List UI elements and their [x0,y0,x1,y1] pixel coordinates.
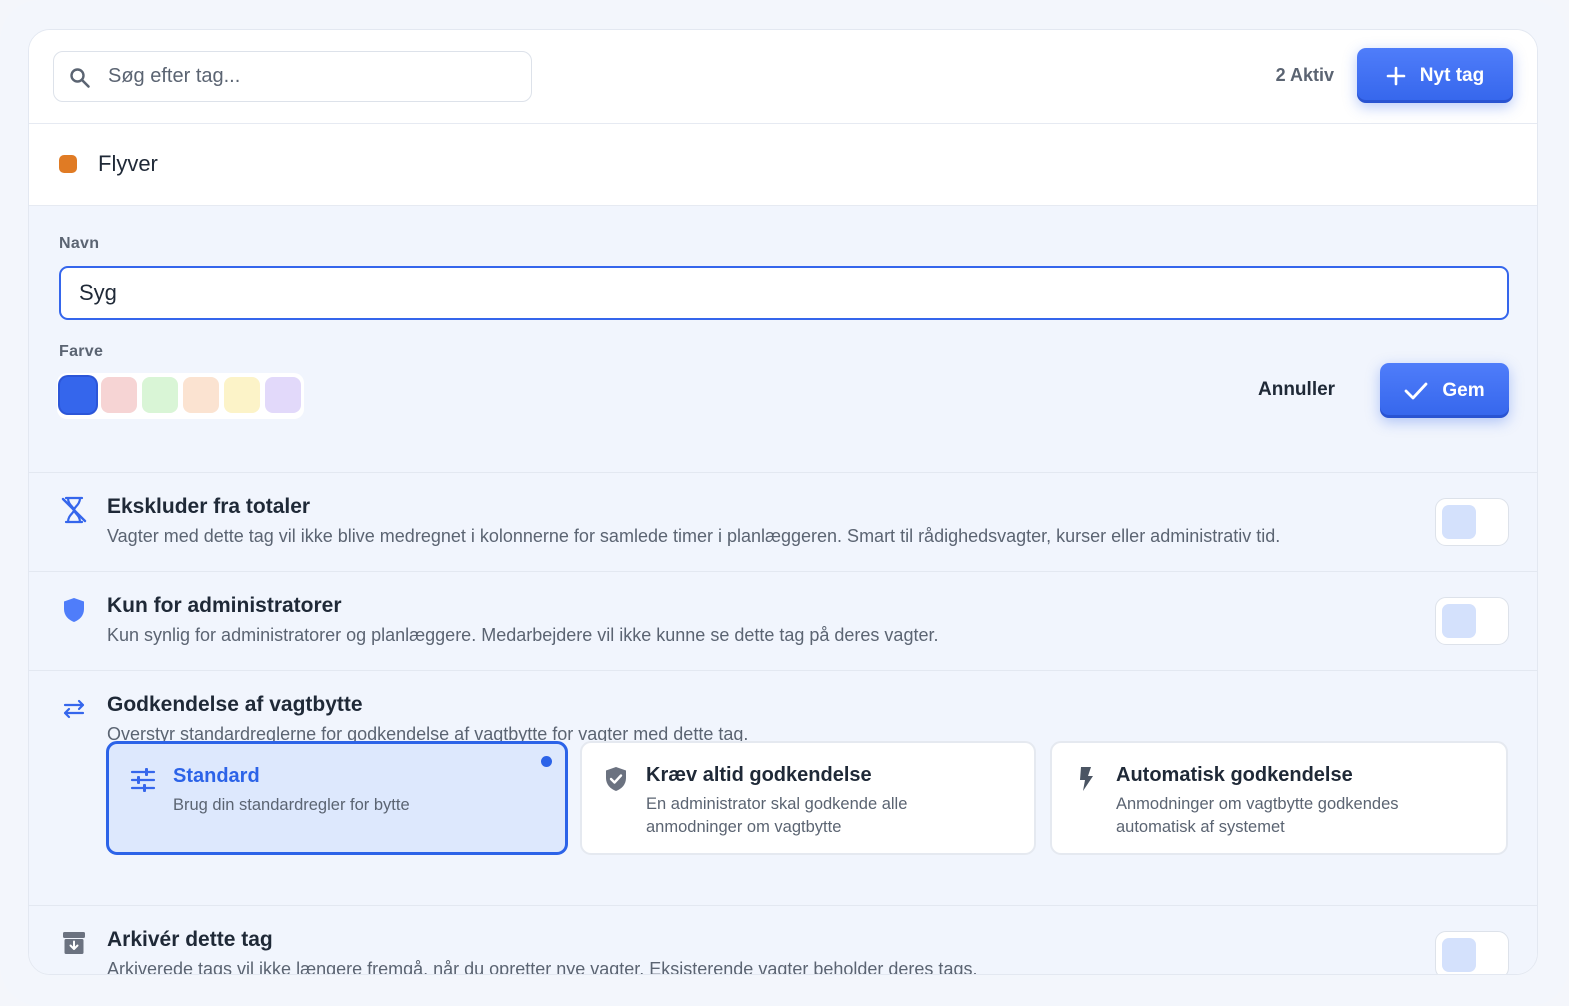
check-icon [1404,382,1428,399]
swap-arrows-icon [63,699,85,719]
tag-edit-panel: Navn Farve Annuller Gem [29,206,1537,975]
admin-only-toggle[interactable] [1435,597,1509,645]
selected-indicator [541,756,552,767]
color-label: Farve [59,343,104,360]
save-button[interactable]: Gem [1380,363,1509,418]
toggle-knob [1442,938,1476,972]
swap-option-automatic[interactable]: Automatisk godkendelse Anmodninger om va… [1050,741,1508,855]
option-description: Brug din standardregler for bytte [173,796,410,814]
app-background: 2 Aktiv Nyt tag Flyver Navn Farve [0,0,1569,1006]
name-label: Navn [59,235,100,252]
new-tag-label: Nyt tag [1419,64,1485,86]
archive-toggle[interactable] [1435,931,1509,974]
option-title: Kræv altid godkendelse [646,764,872,786]
toolbar: 2 Aktiv Nyt tag [29,30,1537,124]
search-box[interactable] [53,51,532,102]
option-description: Anmodninger om vagtbytte godkendes autom… [1116,795,1399,836]
archive-description: Arkiverede tags vil ikke længere fremgå,… [107,959,978,975]
divider [29,472,1537,473]
toggle-knob [1442,505,1476,539]
admin-only-description: Kun synlig for administratorer og planlæ… [107,625,939,645]
tag-list-item[interactable]: Flyver [29,124,1537,206]
option-title: Standard [173,765,260,787]
archive-title: Arkivér dette tag [107,928,273,951]
shield-icon [64,598,84,622]
option-title: Automatisk godkendelse [1116,764,1353,786]
swap-option-always-require[interactable]: Kræv altid godkendelse En administrator … [580,741,1036,855]
cancel-button[interactable]: Annuller [1258,379,1335,401]
exclude-toggle[interactable] [1435,498,1509,546]
color-swatch-purple[interactable] [265,377,301,413]
color-swatch-yellow[interactable] [224,377,260,413]
tag-name: Flyver [98,151,158,176]
color-swatch-blue[interactable] [60,377,96,413]
admin-only-title: Kun for administratorer [107,594,342,617]
shield-check-icon [606,767,626,791]
swap-option-standard[interactable]: Standard Brug din standardregler for byt… [106,741,568,855]
color-swatch-green[interactable] [142,377,178,413]
color-picker [57,373,304,419]
exclude-title: Ekskluder fra totaler [107,495,311,518]
active-count-badge: 2 Aktiv [1275,65,1334,85]
sliders-icon [130,768,156,792]
plus-icon [1386,66,1406,85]
search-icon [70,68,90,88]
swap-approval-title: Godkendelse af vagtbytte [107,693,363,716]
tag-color-dot [59,155,77,173]
search-input[interactable] [108,52,518,101]
hourglass-off-icon [61,496,87,524]
option-description: En administrator skal godkende alle anmo… [646,795,908,836]
divider [29,670,1537,671]
toggle-knob [1442,604,1476,638]
new-tag-button[interactable]: Nyt tag [1357,48,1513,103]
bolt-icon [1080,767,1093,791]
divider [29,905,1537,906]
exclude-description: Vagter med dette tag vil ikke blive medr… [107,526,1281,546]
color-swatch-orange[interactable] [183,377,219,413]
divider [29,571,1537,572]
save-label: Gem [1442,379,1485,401]
tag-management-card: 2 Aktiv Nyt tag Flyver Navn Farve [28,29,1538,975]
archive-icon [63,932,85,954]
name-field[interactable] [59,266,1509,320]
color-swatch-red[interactable] [101,377,137,413]
